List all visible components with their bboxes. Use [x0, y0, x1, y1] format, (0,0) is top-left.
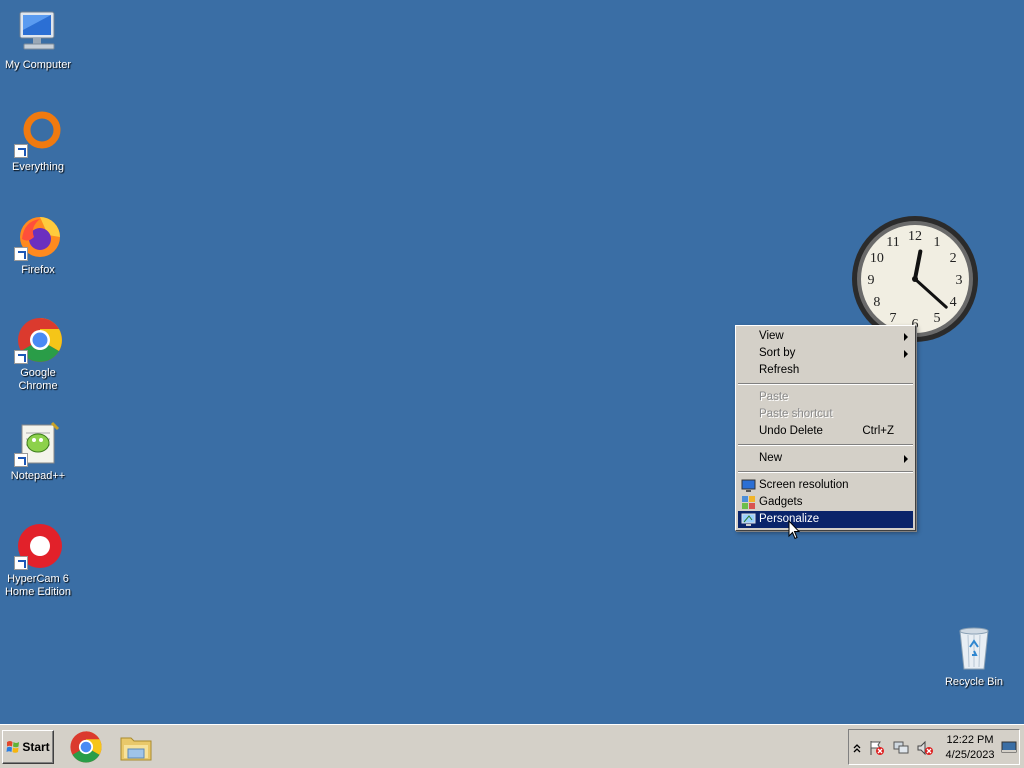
desktop-icon-label: Everything [12, 161, 64, 173]
folder-icon [120, 737, 152, 761]
menu-separator [738, 383, 913, 385]
tray-time-text: 12:22 PM [946, 734, 994, 746]
menu-item-view[interactable]: View [738, 328, 913, 345]
clock-numeral: 3 [956, 273, 963, 288]
shortcut-arrow-icon [14, 247, 28, 261]
tray-clock[interactable]: 12:22 PM 4/25/2023 [939, 733, 1001, 763]
start-button[interactable]: Start [2, 730, 54, 764]
recycle-bin-icon [950, 625, 998, 673]
clock-numeral: 5 [934, 311, 941, 326]
desktop-icon-label: HyperCam 6 Home Edition [4, 573, 72, 598]
shortcut-arrow-icon [14, 144, 28, 158]
menu-item-new[interactable]: New [738, 450, 913, 467]
clock-numeral: 10 [870, 251, 884, 266]
desktop-icon-firefox[interactable]: Firefox [0, 213, 76, 277]
taskbar-explorer-button[interactable] [118, 729, 154, 765]
menu-item-undo-delete[interactable]: Undo Delete Ctrl+Z [738, 423, 913, 440]
clock-numeral: 7 [890, 311, 897, 326]
menu-item-paste-shortcut: Paste shortcut [738, 406, 913, 423]
chrome-icon [70, 731, 102, 763]
desktop-icon-hypercam[interactable]: HyperCam 6 Home Edition [0, 522, 76, 599]
action-center-flag-icon[interactable] [869, 740, 885, 756]
menu-item-screen-resolution[interactable]: Screen resolution [738, 477, 913, 494]
monitor-icon [741, 478, 756, 493]
menu-item-label: Paste [759, 391, 789, 403]
desktop-icon-label: My Computer [4, 59, 72, 71]
everything-icon [14, 110, 62, 158]
show-hidden-icons-chevron[interactable] [852, 740, 868, 756]
desktop-icon-label: Notepad++ [10, 470, 66, 482]
desktop-icon-label: Firefox [21, 264, 55, 276]
menu-item-gadgets[interactable]: Gadgets [738, 494, 913, 511]
menu-separator [738, 471, 913, 473]
menu-item-sort-by[interactable]: Sort by [738, 345, 913, 362]
show-desktop-icon[interactable] [1001, 739, 1017, 755]
desktop-context-menu: View Sort by Refresh Paste Paste shortcu… [735, 325, 916, 531]
clock-numeral: 11 [886, 235, 899, 250]
menu-item-label: Sort by [759, 347, 796, 359]
notification-area: 12:22 PM 4/25/2023 [848, 729, 1020, 765]
windows-logo-icon [6, 741, 20, 753]
menu-item-label: Refresh [759, 364, 800, 376]
clock-numeral: 1 [934, 235, 941, 250]
personalize-icon [741, 512, 756, 527]
clock-numeral: 8 [873, 295, 880, 310]
desktop-icon-label: Google Chrome [18, 367, 58, 392]
menu-item-label: Undo Delete [759, 425, 823, 437]
menu-item-label: Screen resolution [759, 479, 849, 491]
desktop-icon-notepad-plus-plus[interactable]: Notepad++ [0, 419, 76, 483]
menu-separator [738, 444, 913, 446]
menu-item-label: Paste shortcut [759, 408, 833, 420]
clock-numeral: 2 [950, 251, 957, 266]
tray-date-text: 4/25/2023 [945, 749, 995, 761]
submenu-arrow-icon [904, 350, 908, 358]
my-computer-icon [14, 8, 62, 56]
clock-numeral: 9 [868, 273, 875, 288]
desktop-icon-my-computer[interactable]: My Computer [0, 8, 76, 72]
menu-item-label: New [759, 452, 783, 464]
gadgets-icon [741, 495, 756, 510]
menu-item-refresh[interactable]: Refresh [738, 362, 913, 379]
shortcut-arrow-icon [14, 350, 28, 364]
hypercam-icon [14, 522, 62, 570]
desktop-icon-everything[interactable]: Everything [0, 110, 76, 174]
submenu-arrow-icon [904, 455, 908, 463]
menu-item-paste: Paste [738, 389, 913, 406]
submenu-arrow-icon [904, 333, 908, 341]
clock-numeral: 4 [950, 295, 957, 310]
menu-item-label: Gadgets [759, 496, 803, 508]
desktop-icon-label: Recycle Bin [944, 676, 1004, 688]
menu-item-personalize[interactable]: Personalize [738, 511, 913, 528]
volume-muted-icon[interactable] [917, 740, 933, 756]
notepad-plus-plus-icon [14, 419, 62, 467]
clock-numeral: 12 [908, 229, 922, 244]
shortcut-arrow-icon [14, 556, 28, 570]
menu-item-shortcut: Ctrl+Z [862, 425, 894, 437]
taskbar: Start 12:22 PM 4/25/2023 [0, 724, 1024, 768]
desktop-icon-recycle-bin[interactable]: Recycle Bin [936, 625, 1012, 689]
shortcut-arrow-icon [14, 453, 28, 467]
desktop-icon-google-chrome[interactable]: Google Chrome [0, 316, 76, 393]
taskbar-chrome-button[interactable] [68, 729, 104, 765]
firefox-icon [14, 213, 62, 261]
start-label: Start [22, 740, 50, 754]
network-icon[interactable] [893, 740, 909, 756]
mouse-cursor-icon [788, 519, 801, 543]
menu-item-label: View [759, 330, 784, 342]
google-chrome-icon [14, 316, 62, 364]
